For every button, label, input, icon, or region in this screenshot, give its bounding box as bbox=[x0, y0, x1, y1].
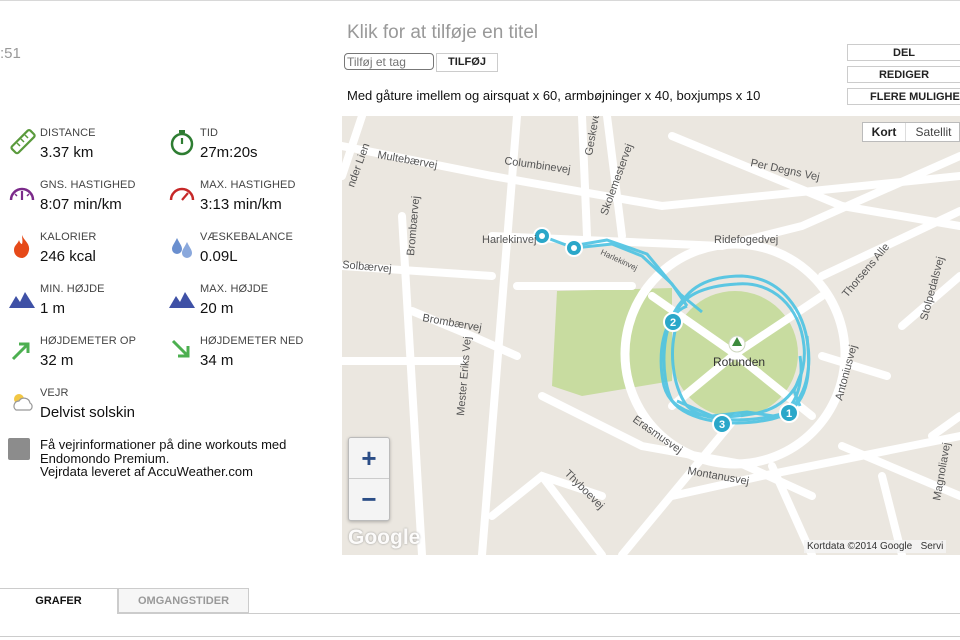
add-tag-button[interactable]: TILFØJ bbox=[436, 53, 498, 72]
map-attribution: Kortdata ©2014 Google Servi bbox=[804, 540, 947, 553]
terms-link[interactable]: Servi bbox=[921, 541, 944, 552]
stat-value: Delvist solskin bbox=[40, 404, 136, 421]
stat-ascent: HØJDEMETER OP 32 m bbox=[8, 332, 168, 376]
stat-value: 3.37 km bbox=[40, 144, 94, 161]
route-map[interactable]: 1 2 3 Rotunden Multebærvej Columbinevej … bbox=[342, 116, 960, 555]
mountain-icon bbox=[169, 292, 195, 308]
stat-value: 34 m bbox=[200, 352, 234, 369]
workout-title-placeholder[interactable]: Klik for at tilføje en titel bbox=[347, 22, 538, 44]
stat-label: GNS. HASTIGHED bbox=[40, 179, 136, 191]
street-label: Antoniusvej bbox=[833, 344, 859, 402]
ruler-icon bbox=[10, 129, 36, 155]
map-type-satellite[interactable]: Satellit bbox=[906, 123, 960, 141]
partly-cloudy-icon bbox=[13, 394, 33, 411]
street-label: Thorsens Alle bbox=[840, 241, 892, 300]
stat-hydration: VÆSKEBALANCE 0.09L bbox=[168, 228, 328, 272]
park-area bbox=[552, 288, 672, 396]
clock-fragment: :51 bbox=[0, 45, 21, 62]
stat-value: 0.09L bbox=[200, 248, 238, 265]
street-label: Ridefogedvej bbox=[714, 234, 778, 246]
workout-description[interactable]: Med gåture imellem og airsquat x 60, arm… bbox=[347, 88, 760, 103]
stat-label: VÆSKEBALANCE bbox=[200, 231, 293, 243]
more-options-button[interactable]: FLERE MULIGHEDER bbox=[847, 88, 960, 105]
street-label: Solbærvej bbox=[342, 259, 392, 275]
mountain-icon bbox=[9, 292, 35, 308]
stat-weather: VEJR Delvist solskin bbox=[8, 384, 168, 428]
street-label: Mester Eriks Vej bbox=[455, 336, 474, 416]
finish-marker-dot bbox=[571, 245, 577, 251]
tag-input[interactable] bbox=[344, 53, 434, 70]
map-type-toggle[interactable]: Kort Satellit bbox=[862, 122, 960, 142]
lap-marker-label: 3 bbox=[719, 419, 725, 431]
stat-label: TID bbox=[200, 127, 219, 139]
zoom-control[interactable]: + − bbox=[348, 437, 390, 521]
map-credit: Kortdata ©2014 Google bbox=[807, 541, 913, 552]
top-divider bbox=[0, 0, 960, 1]
stat-label: VEJR bbox=[40, 387, 69, 399]
street-label: Multebærvej bbox=[376, 149, 438, 171]
stat-value: 27m:20s bbox=[200, 144, 258, 161]
stat-label: MIN. HØJDE bbox=[40, 283, 105, 295]
promo-line[interactable]: Vejrdata leveret af AccuWeather.com bbox=[40, 465, 340, 479]
stat-min-altitude: MIN. HØJDE 1 m bbox=[8, 280, 168, 324]
speedometer-icon bbox=[9, 187, 35, 201]
map-canvas: 1 2 3 Rotunden Multebærvej Columbinevej … bbox=[342, 116, 960, 555]
google-logo: Google bbox=[348, 526, 421, 549]
stat-max-altitude: MAX. HØJDE 20 m bbox=[168, 280, 328, 324]
start-marker-dot bbox=[539, 233, 545, 239]
map-type-kort[interactable]: Kort bbox=[863, 123, 906, 141]
stat-label: MAX. HØJDE bbox=[200, 283, 269, 295]
stopwatch-icon bbox=[170, 130, 194, 156]
stat-descent: HØJDEMETER NED 34 m bbox=[168, 332, 328, 376]
stat-label: MAX. HASTIGHED bbox=[200, 179, 296, 191]
street-label: Brombærvej bbox=[405, 196, 422, 257]
edit-button[interactable]: REDIGER bbox=[847, 66, 960, 83]
share-button[interactable]: DEL bbox=[847, 44, 960, 61]
lap-marker-label: 2 bbox=[670, 317, 676, 329]
promo-line[interactable]: Endomondo Premium. bbox=[40, 451, 340, 466]
stat-value: 20 m bbox=[200, 300, 234, 317]
place-label: Rotunden bbox=[713, 355, 765, 369]
arrow-up-right-icon bbox=[11, 342, 30, 361]
water-drops-icon bbox=[172, 238, 192, 258]
lap-marker-label: 1 bbox=[786, 408, 792, 420]
bottom-divider bbox=[0, 636, 960, 637]
stat-time: TID 27m:20s bbox=[168, 124, 328, 168]
stat-value: 1 m bbox=[40, 300, 66, 317]
weather-station-icon bbox=[8, 438, 30, 460]
tab-graphs[interactable]: GRAFER bbox=[0, 588, 118, 614]
stat-value: 246 kcal bbox=[40, 248, 96, 265]
zoom-in-button[interactable]: + bbox=[349, 438, 389, 479]
flame-icon bbox=[14, 235, 30, 258]
arrow-down-right-icon bbox=[171, 339, 190, 358]
zoom-out-button[interactable]: − bbox=[349, 479, 389, 519]
stat-calories: KALORIER 246 kcal bbox=[8, 228, 168, 272]
detail-tabs: GRAFER OMGANGSTIDER bbox=[0, 588, 960, 614]
stat-value: 32 m bbox=[40, 352, 74, 369]
stat-label: DISTANCE bbox=[40, 127, 96, 139]
street-label: Harlekinvej bbox=[482, 234, 536, 246]
stat-label: HØJDEMETER OP bbox=[40, 335, 137, 347]
tab-laps[interactable]: OMGANGSTIDER bbox=[118, 588, 249, 613]
stat-distance: DISTANCE 3.37 km bbox=[8, 124, 168, 168]
speedometer-max-icon bbox=[169, 187, 195, 201]
stat-value: 8:07 min/km bbox=[40, 196, 122, 213]
stat-label: KALORIER bbox=[40, 231, 97, 243]
stat-avg-speed: GNS. HASTIGHED 8:07 min/km bbox=[8, 176, 168, 220]
weather-promo-text: Få vejrinformationer på dine workouts me… bbox=[40, 438, 340, 479]
stat-value: 3:13 min/km bbox=[200, 196, 282, 213]
stat-label: HØJDEMETER NED bbox=[200, 335, 304, 347]
stat-max-speed: MAX. HASTIGHED 3:13 min/km bbox=[168, 176, 328, 220]
promo-line[interactable]: Få vejrinformationer på dine workouts me… bbox=[40, 438, 340, 452]
